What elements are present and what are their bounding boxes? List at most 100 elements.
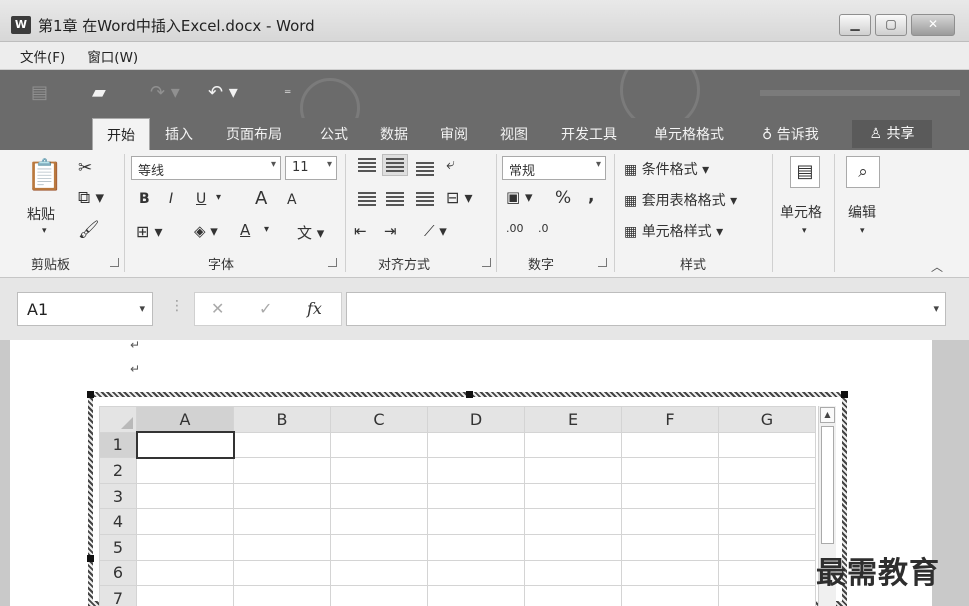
row-header[interactable]: 7 bbox=[99, 585, 137, 606]
increase-indent-icon[interactable]: ⇥ bbox=[384, 222, 397, 240]
cell[interactable] bbox=[233, 585, 331, 606]
align-left-icon[interactable] bbox=[358, 192, 376, 206]
bold-button[interactable]: B bbox=[139, 191, 150, 207]
font-size-select[interactable]: 11 ▾ bbox=[285, 156, 337, 180]
row-header[interactable]: 3 bbox=[99, 482, 137, 510]
resize-handle[interactable] bbox=[87, 391, 94, 398]
decrease-indent-icon[interactable]: ⇤ bbox=[354, 222, 367, 240]
undo-icon[interactable]: ↶ ▾ bbox=[208, 82, 238, 103]
cell[interactable] bbox=[621, 559, 719, 587]
cell[interactable] bbox=[524, 585, 622, 606]
column-header[interactable]: C bbox=[330, 406, 428, 433]
column-header[interactable]: D bbox=[427, 406, 525, 433]
cell[interactable] bbox=[427, 533, 525, 561]
cell[interactable] bbox=[136, 482, 234, 510]
align-bottom-icon[interactable] bbox=[416, 162, 434, 176]
column-header[interactable]: G bbox=[718, 406, 816, 433]
menu-window[interactable]: 窗口(W) bbox=[87, 46, 138, 66]
number-format-select[interactable]: 常规 ▾ bbox=[502, 156, 606, 180]
insert-function-button[interactable]: fx bbox=[307, 299, 322, 318]
cell[interactable] bbox=[718, 457, 816, 484]
cell[interactable] bbox=[330, 559, 428, 587]
cell[interactable] bbox=[233, 533, 331, 561]
copy-icon[interactable]: ⧉ ▾ bbox=[78, 188, 104, 208]
tab-view[interactable]: 视图 bbox=[500, 124, 528, 144]
resize-handle[interactable] bbox=[841, 391, 848, 398]
font-color-button[interactable]: A bbox=[240, 221, 250, 239]
tab-developer[interactable]: 开发工具 bbox=[561, 124, 617, 144]
cell-styles-button[interactable]: ▦ 单元格样式 ▾ bbox=[624, 221, 723, 241]
cell[interactable] bbox=[330, 533, 428, 561]
cell[interactable] bbox=[524, 457, 622, 484]
cell[interactable] bbox=[621, 431, 719, 459]
column-header[interactable]: B bbox=[233, 406, 331, 433]
align-center-icon[interactable] bbox=[386, 192, 404, 206]
cancel-entry-button[interactable]: ✕ bbox=[211, 299, 224, 318]
cell[interactable] bbox=[233, 508, 331, 535]
resize-handle[interactable] bbox=[466, 391, 473, 398]
phonetic-icon[interactable]: 文 ▾ bbox=[297, 222, 324, 243]
underline-dropdown-icon[interactable]: ▾ bbox=[216, 192, 221, 203]
customize-toolbar-icon[interactable]: ₌ bbox=[284, 82, 291, 98]
menu-file[interactable]: 文件(F) bbox=[20, 46, 65, 66]
grow-font-button[interactable]: A bbox=[255, 188, 267, 209]
minimize-button[interactable]: ▁ bbox=[839, 14, 871, 36]
alignment-launcher-icon[interactable] bbox=[482, 258, 491, 267]
cell[interactable] bbox=[136, 559, 234, 587]
orientation-icon[interactable]: ⟋ ▾ bbox=[424, 222, 447, 240]
fill-color-icon[interactable]: ◈ ▾ bbox=[194, 222, 218, 240]
cell[interactable] bbox=[621, 482, 719, 510]
paste-label[interactable]: 粘贴 bbox=[27, 204, 55, 224]
border-icon[interactable]: ⊞ ▾ bbox=[136, 222, 163, 241]
embedded-excel-object[interactable]: A B C D E F G 1 2 3 4 5 6 7 ▲ bbox=[87, 391, 848, 606]
cell[interactable] bbox=[330, 585, 428, 606]
cell[interactable] bbox=[330, 457, 428, 484]
cell[interactable] bbox=[427, 482, 525, 510]
cell[interactable] bbox=[524, 508, 622, 535]
redo-icon[interactable]: ↷ ▾ bbox=[150, 82, 180, 103]
cell[interactable] bbox=[427, 585, 525, 606]
cell[interactable] bbox=[524, 431, 622, 459]
cell[interactable] bbox=[718, 482, 816, 510]
tab-page-layout[interactable]: 页面布局 bbox=[226, 124, 282, 144]
cell[interactable] bbox=[718, 508, 816, 535]
row-header[interactable]: 6 bbox=[99, 559, 137, 587]
font-launcher-icon[interactable] bbox=[328, 258, 337, 267]
word-app-icon[interactable]: W bbox=[11, 16, 31, 34]
cell[interactable] bbox=[136, 585, 234, 606]
cell[interactable] bbox=[233, 431, 331, 459]
number-launcher-icon[interactable] bbox=[598, 258, 607, 267]
merge-cells-icon[interactable]: ⊟ ▾ bbox=[446, 188, 473, 207]
increase-decimal-button[interactable]: .00 bbox=[506, 222, 524, 235]
cell[interactable] bbox=[718, 533, 816, 561]
row-header[interactable]: 5 bbox=[99, 533, 137, 561]
tab-home[interactable]: 开始 bbox=[92, 118, 150, 150]
cell[interactable] bbox=[233, 457, 331, 484]
percent-button[interactable]: % bbox=[555, 188, 571, 208]
confirm-entry-button[interactable]: ✓ bbox=[259, 299, 272, 318]
row-header[interactable]: 4 bbox=[99, 508, 137, 535]
cell[interactable] bbox=[427, 457, 525, 484]
scrollbar-thumb[interactable] bbox=[821, 426, 834, 544]
underline-button[interactable]: U bbox=[196, 191, 206, 207]
row-header[interactable]: 2 bbox=[99, 457, 137, 484]
cell[interactable] bbox=[718, 559, 816, 587]
wrap-text-icon[interactable]: ⤶ bbox=[446, 154, 455, 174]
formula-bar-grip-icon[interactable]: ⋮ bbox=[170, 298, 184, 314]
cell[interactable] bbox=[136, 533, 234, 561]
formula-input[interactable]: ▾ bbox=[346, 292, 946, 326]
cell[interactable] bbox=[136, 457, 234, 484]
currency-icon[interactable]: ▣ ▾ bbox=[506, 188, 532, 206]
save-icon[interactable]: ▤ bbox=[31, 82, 48, 103]
select-all-corner[interactable] bbox=[99, 406, 137, 433]
cell[interactable] bbox=[524, 559, 622, 587]
paste-dropdown-icon[interactable]: ▾ bbox=[42, 226, 47, 236]
tab-cell-format[interactable]: 单元格格式 bbox=[654, 124, 724, 144]
italic-button[interactable]: I bbox=[169, 191, 173, 207]
row-header[interactable]: 1 bbox=[99, 431, 137, 459]
scroll-up-icon[interactable]: ▲ bbox=[820, 407, 835, 423]
share-button[interactable]: ♙ 共享 bbox=[852, 120, 932, 148]
cell[interactable] bbox=[427, 559, 525, 587]
tab-data[interactable]: 数据 bbox=[380, 124, 408, 144]
align-right-icon[interactable] bbox=[416, 192, 434, 206]
